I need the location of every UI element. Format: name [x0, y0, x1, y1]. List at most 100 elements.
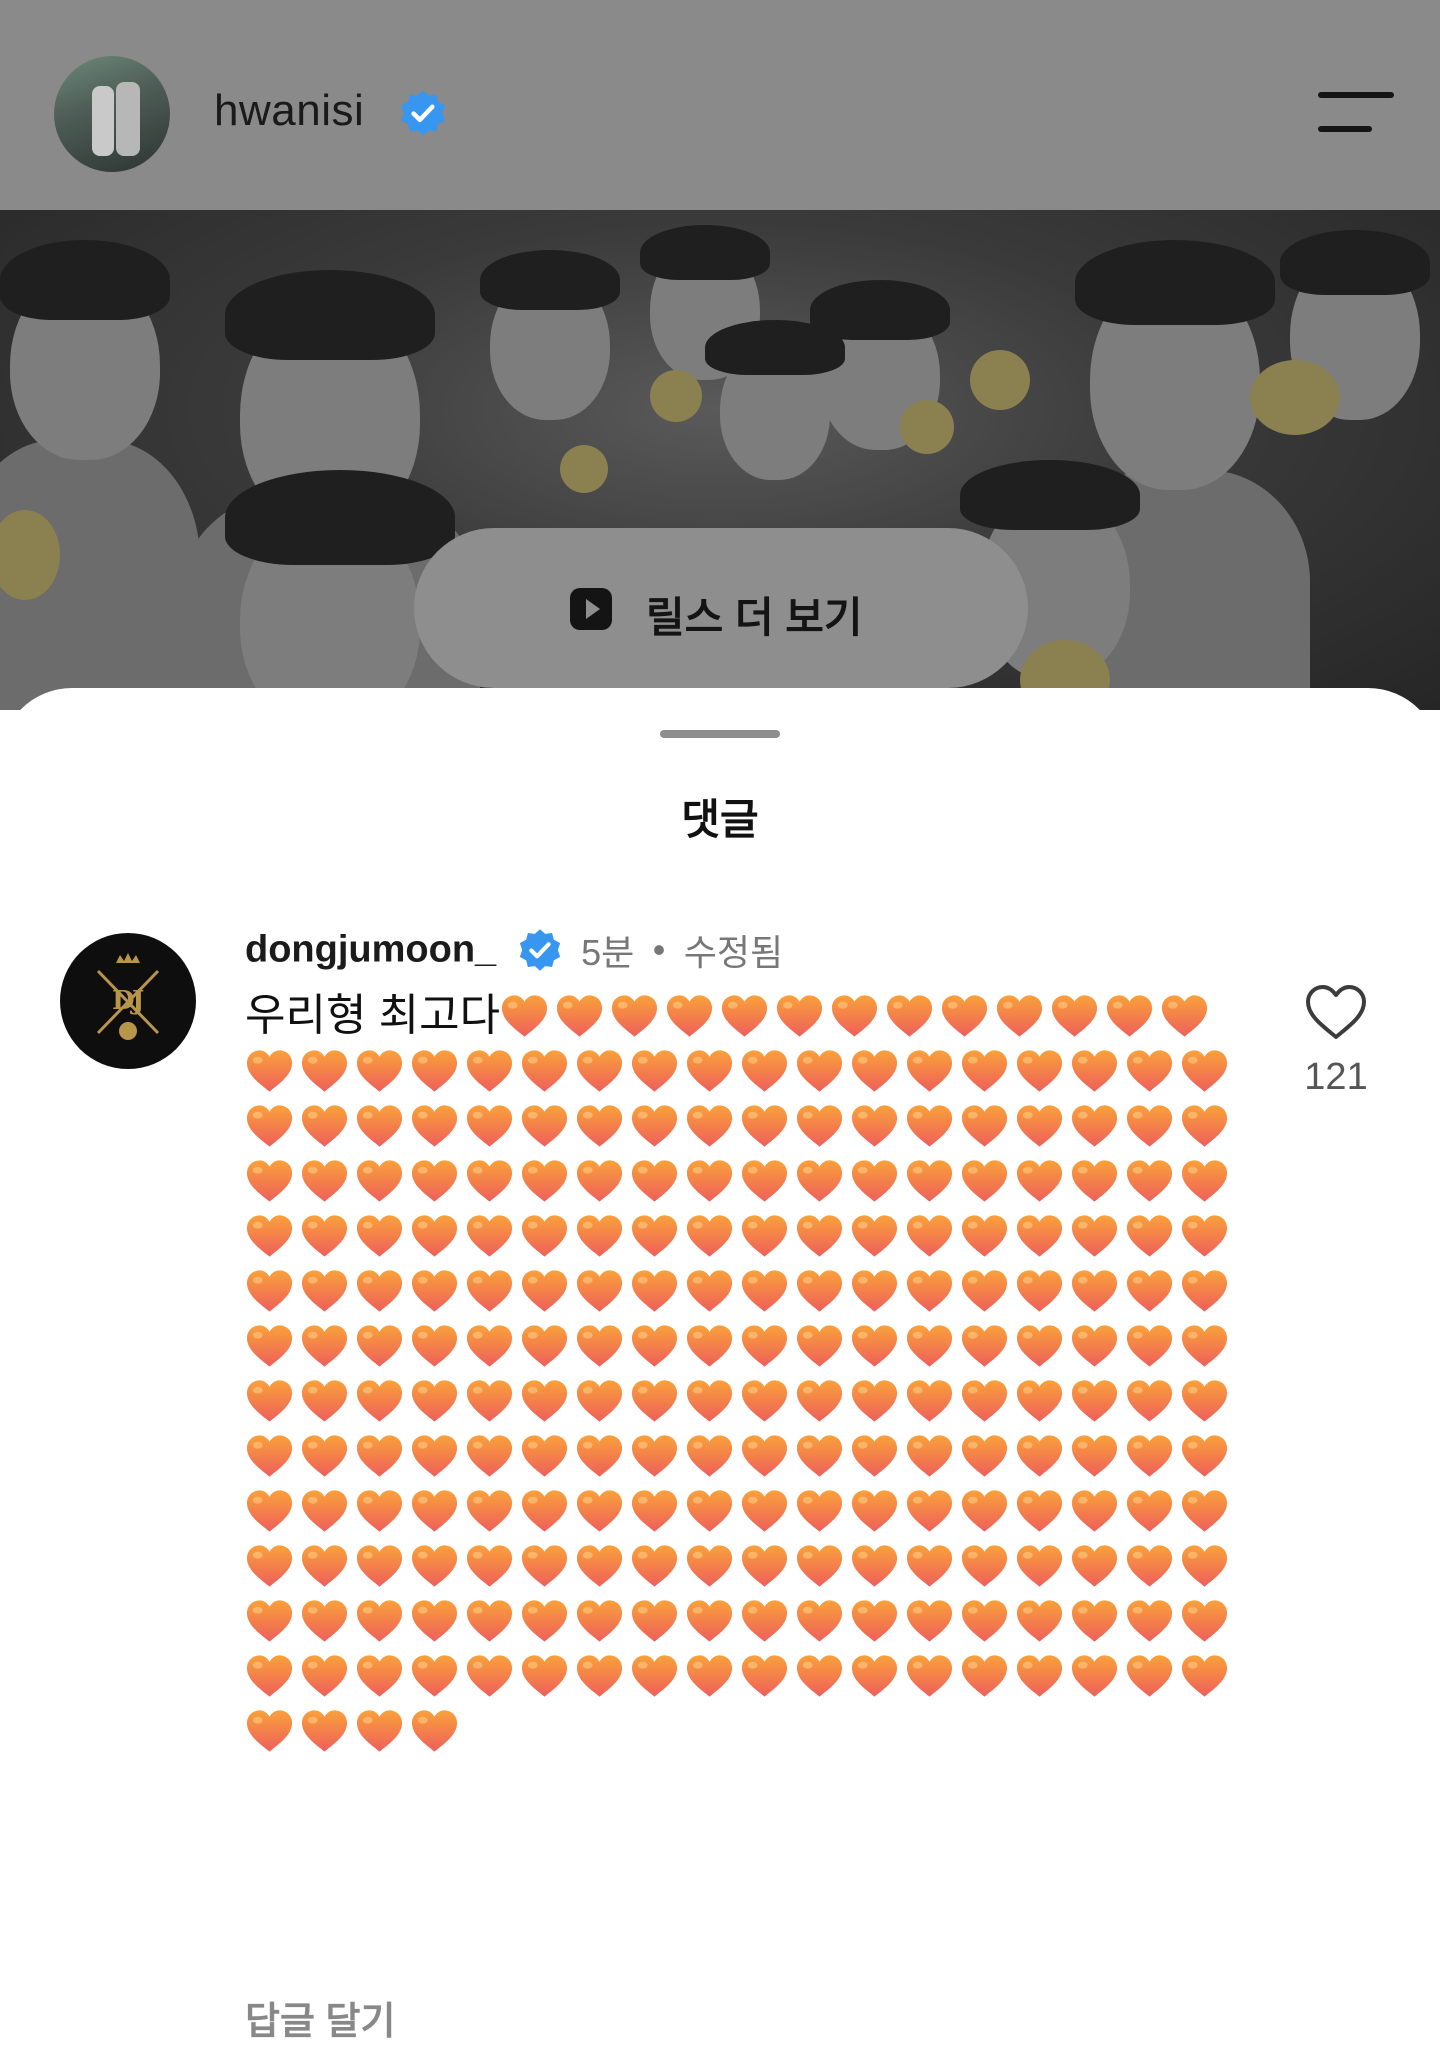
orange-heart-emoji	[741, 1600, 788, 1642]
orange-heart-emoji	[1052, 995, 1098, 1037]
orange-heart-emoji	[466, 1325, 513, 1367]
orange-heart-emoji	[631, 1545, 678, 1587]
orange-heart-emoji	[851, 1655, 898, 1697]
orange-heart-emoji	[796, 1435, 843, 1477]
orange-heart-emoji	[961, 1655, 1008, 1697]
comment-body: 우리형 최고다	[245, 988, 1245, 1758]
orange-heart-emoji	[686, 1600, 733, 1642]
orange-heart-emoji	[1071, 1655, 1118, 1697]
orange-heart-emoji	[961, 1050, 1008, 1092]
orange-heart-emoji	[1071, 1600, 1118, 1642]
avatar-figure	[92, 86, 114, 156]
orange-heart-emoji	[1126, 1215, 1173, 1257]
orange-heart-emoji	[1016, 1380, 1063, 1422]
orange-heart-emoji	[411, 1435, 458, 1477]
orange-heart-emoji	[301, 1380, 348, 1422]
sheet-drag-handle[interactable]	[660, 730, 780, 738]
comment-username[interactable]: dongjumoon_	[245, 929, 496, 971]
orange-heart-emoji	[961, 1160, 1008, 1202]
orange-heart-emoji	[906, 1270, 953, 1312]
orange-heart-emoji	[1126, 1270, 1173, 1312]
orange-heart-emoji	[356, 1600, 403, 1642]
orange-heart-emoji	[576, 1545, 623, 1587]
orange-heart-emoji	[1126, 1160, 1173, 1202]
orange-heart-emoji	[466, 1215, 513, 1257]
orange-heart-emoji	[466, 1050, 513, 1092]
orange-heart-emoji	[1016, 1435, 1063, 1477]
orange-heart-emoji	[777, 995, 823, 1037]
orange-heart-emoji	[576, 1655, 623, 1697]
orange-heart-emoji	[356, 1380, 403, 1422]
orange-heart-emoji	[686, 1490, 733, 1532]
svg-text:J: J	[130, 986, 144, 1016]
orange-heart-emoji	[466, 1160, 513, 1202]
orange-heart-emoji	[741, 1325, 788, 1367]
dj-logo-icon: D J	[96, 953, 160, 1040]
orange-heart-emoji	[1126, 1105, 1173, 1147]
orange-heart-emoji	[741, 1215, 788, 1257]
orange-heart-emoji	[1016, 1105, 1063, 1147]
commenter-avatar[interactable]: D J	[60, 933, 196, 1069]
orange-heart-emoji	[1016, 1160, 1063, 1202]
orange-heart-emoji	[631, 1380, 678, 1422]
reply-button[interactable]: 답글 달기	[245, 1990, 395, 2045]
orange-heart-emoji	[686, 1655, 733, 1697]
orange-heart-emoji	[942, 995, 988, 1037]
orange-heart-emoji	[356, 1105, 403, 1147]
orange-heart-emoji	[796, 1600, 843, 1642]
orange-heart-emoji	[906, 1105, 953, 1147]
orange-heart-emoji	[246, 1105, 293, 1147]
orange-heart-emoji	[796, 1215, 843, 1257]
orange-heart-emoji	[301, 1655, 348, 1697]
orange-heart-emoji	[851, 1050, 898, 1092]
orange-heart-emoji	[741, 1435, 788, 1477]
more-reels-button[interactable]: 릴스 더 보기	[414, 528, 1028, 688]
orange-heart-emoji	[631, 1215, 678, 1257]
orange-heart-emoji	[246, 1160, 293, 1202]
orange-heart-emoji	[686, 1215, 733, 1257]
profile-avatar[interactable]	[54, 56, 170, 172]
like-heart-icon[interactable]	[1304, 983, 1368, 1041]
orange-heart-emoji	[1126, 1600, 1173, 1642]
orange-heart-emoji	[1181, 1490, 1228, 1532]
orange-heart-emoji	[356, 1490, 403, 1532]
orange-heart-emoji	[906, 1600, 953, 1642]
orange-heart-emoji	[301, 1545, 348, 1587]
orange-heart-emoji	[502, 995, 548, 1037]
profile-username[interactable]: hwanisi	[214, 86, 364, 136]
hamburger-menu-icon[interactable]	[1318, 92, 1394, 134]
orange-heart-emoji	[851, 1270, 898, 1312]
orange-heart-emoji	[961, 1490, 1008, 1532]
orange-heart-emoji	[1071, 1215, 1118, 1257]
like-count: 121	[1304, 1056, 1368, 1098]
orange-heart-emoji	[1016, 1655, 1063, 1697]
orange-heart-emoji	[851, 1380, 898, 1422]
orange-heart-emoji	[466, 1545, 513, 1587]
orange-heart-emoji	[722, 995, 768, 1037]
orange-heart-emoji	[741, 1380, 788, 1422]
orange-heart-emoji	[411, 1490, 458, 1532]
orange-heart-emoji	[1016, 1490, 1063, 1532]
orange-heart-emoji	[1071, 1270, 1118, 1312]
orange-heart-emoji	[851, 1545, 898, 1587]
orange-heart-emoji	[851, 1160, 898, 1202]
orange-heart-emoji	[1181, 1270, 1228, 1312]
orange-heart-emoji	[961, 1325, 1008, 1367]
orange-heart-emoji	[1126, 1545, 1173, 1587]
orange-heart-emoji	[1162, 995, 1208, 1037]
orange-heart-emoji	[246, 1325, 293, 1367]
orange-heart-emoji	[741, 1655, 788, 1697]
orange-heart-emoji	[906, 1380, 953, 1422]
orange-heart-emoji	[631, 1050, 678, 1092]
orange-heart-emoji	[466, 1490, 513, 1532]
orange-heart-emoji	[686, 1380, 733, 1422]
orange-heart-emoji	[887, 995, 933, 1037]
orange-heart-emoji	[411, 1545, 458, 1587]
orange-heart-emoji	[411, 1215, 458, 1257]
orange-heart-emoji	[301, 1325, 348, 1367]
orange-heart-emoji	[466, 1380, 513, 1422]
orange-heart-emoji	[796, 1655, 843, 1697]
orange-heart-emoji	[466, 1270, 513, 1312]
orange-heart-emoji	[411, 1325, 458, 1367]
orange-heart-emoji	[1181, 1545, 1228, 1587]
